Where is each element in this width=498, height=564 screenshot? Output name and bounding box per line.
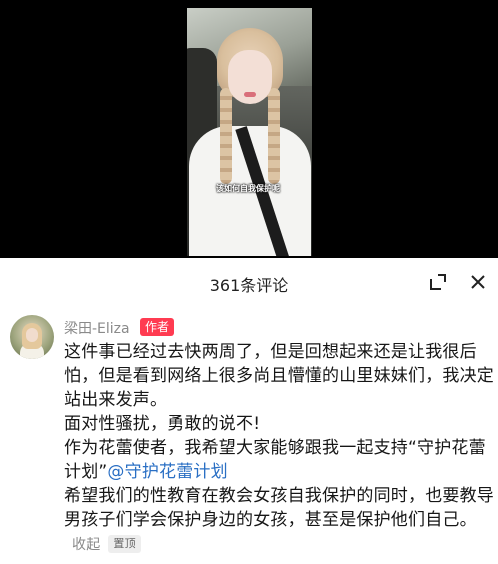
person-lips — [244, 92, 256, 97]
person-braid-right — [268, 88, 280, 184]
comment-text: 这件事已经过去快两周了，但是回想起来还是让我很后怕，但是看到网络上很多尚且懵懂的… — [64, 340, 494, 557]
comment-username[interactable]: 梁田-Eliza — [64, 318, 130, 338]
mention-link[interactable]: @守护花蕾计划 — [107, 462, 227, 482]
video-frame[interactable] — [187, 8, 312, 256]
comment-paragraph-4-text: 希望我们的性教育在教会女孩自我保护的同时，也要教导男孩子们学会保护身边的女孩，甚… — [64, 486, 494, 530]
close-icon[interactable] — [468, 272, 488, 292]
expand-icon[interactable] — [428, 272, 448, 292]
comment-paragraph-2: 面对性骚扰，勇敢的说不! — [64, 414, 261, 434]
comment-paragraph-1: 这件事已经过去快两周了，但是回想起来还是让我很后怕，但是看到网络上很多尚且懵懂的… — [64, 342, 494, 410]
pinned-badge: 置顶 — [108, 535, 141, 553]
comment-count-title: 361条评论 — [209, 276, 289, 295]
avatar[interactable] — [10, 315, 54, 359]
comment-paragraph-4: 希望我们的性教育在教会女孩自我保护的同时，也要教导男孩子们学会保护身边的女孩，甚… — [64, 484, 494, 557]
video-player[interactable]: 该如何自我保护呢 — [0, 0, 498, 258]
person-braid-left — [220, 88, 232, 184]
author-badge: 作者 — [140, 318, 175, 336]
comment-paragraph-3: 作为花蕾使者，我希望大家能够跟我一起支持“守护花蕾计划”@守护花蕾计划 — [64, 436, 494, 484]
avatar-face — [26, 328, 38, 342]
comments-panel-header: 361条评论 — [0, 258, 498, 306]
collapse-button[interactable]: 收起 — [72, 537, 100, 553]
video-subtitle: 该如何自我保护呢 — [216, 184, 280, 193]
